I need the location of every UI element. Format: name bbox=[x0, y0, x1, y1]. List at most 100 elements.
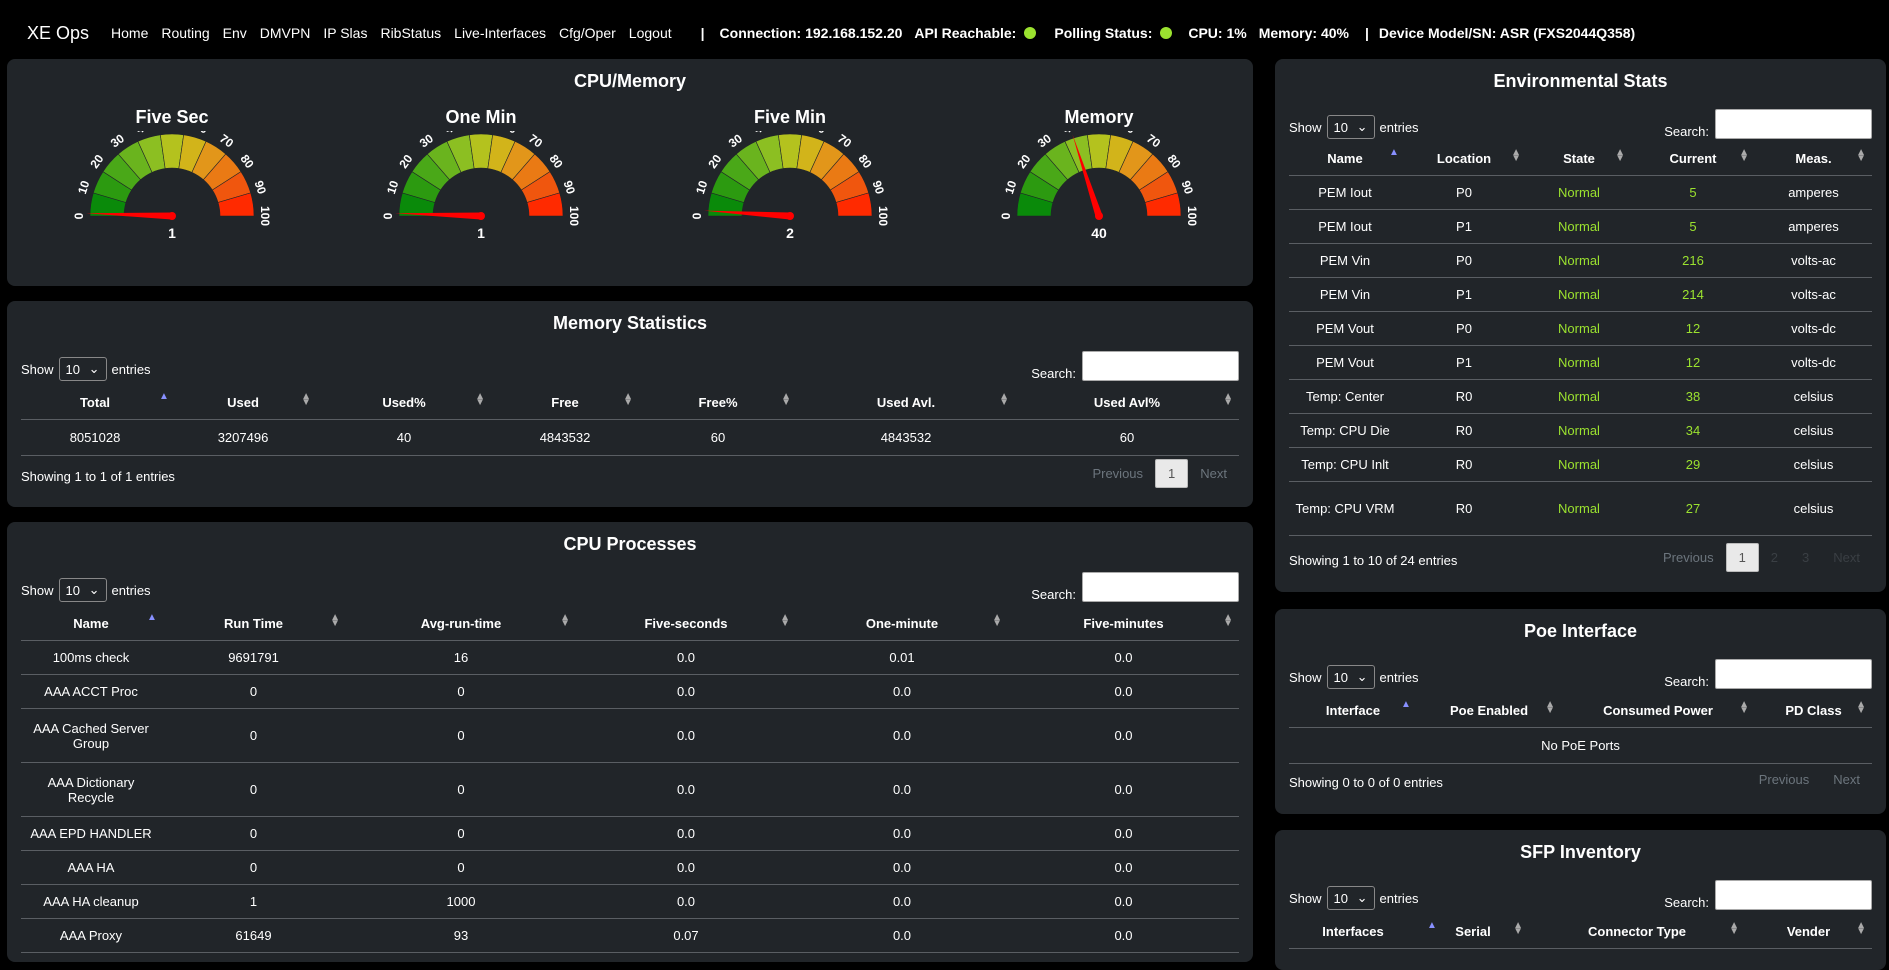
sort-icon: ▲ ▼ bbox=[780, 612, 790, 629]
column-header[interactable]: Connector Type ▲ ▼ bbox=[1529, 914, 1745, 949]
column-header[interactable]: Current ▲ ▼ bbox=[1631, 141, 1755, 176]
column-header[interactable]: Name ▲ bbox=[21, 606, 161, 641]
gauge-five-sec: Five Sec 01020304050607080901001 bbox=[57, 107, 287, 267]
poe-interface-title: Poe Interface bbox=[1523, 621, 1638, 641]
sort-icon: ▲ ▼ bbox=[1739, 699, 1749, 716]
column-header[interactable]: Vender ▲ ▼ bbox=[1745, 914, 1872, 949]
gauge-tick-label: 20 bbox=[396, 152, 415, 171]
table-cell: 0 bbox=[161, 850, 346, 885]
table-cell: 0.0 bbox=[796, 708, 1008, 763]
table-controls: Show 10 ⌄ entries Search: bbox=[1289, 109, 1872, 139]
entries-select[interactable]: 10 ⌄ bbox=[1326, 115, 1375, 139]
column-header[interactable]: Five-seconds ▲ ▼ bbox=[576, 606, 796, 641]
pagination: Previous 1 2 3 Next bbox=[1651, 543, 1872, 572]
gauge-tick-label: 0 bbox=[72, 212, 86, 219]
entries-select[interactable]: 10 ⌄ bbox=[1326, 886, 1375, 910]
search-input[interactable] bbox=[1715, 880, 1872, 910]
table-cell: 0.0 bbox=[796, 918, 1008, 953]
column-header[interactable]: Run Time ▲ ▼ bbox=[161, 606, 346, 641]
column-header[interactable]: Name ▲ bbox=[1289, 141, 1401, 176]
gauge-tick-label: 80 bbox=[547, 152, 566, 171]
column-header[interactable]: Poe Enabled ▲ ▼ bbox=[1417, 693, 1561, 728]
table-cell: 93 bbox=[346, 918, 576, 953]
previous-button[interactable]: Previous bbox=[1080, 460, 1155, 487]
previous-button[interactable]: Previous bbox=[1747, 766, 1822, 793]
column-header-label: Free bbox=[551, 394, 579, 410]
search-label: Search: bbox=[1031, 366, 1076, 381]
nav-live-interfaces[interactable]: Live-Interfaces bbox=[454, 25, 546, 41]
page-1-button[interactable]: 1 bbox=[1155, 459, 1189, 488]
nav-logout[interactable]: Logout bbox=[629, 25, 672, 41]
table-row: AAA EPD HANDLER 0 0 0.0 0.0 0.0 bbox=[21, 816, 1239, 851]
entries-select[interactable]: 10 ⌄ bbox=[58, 357, 107, 381]
sort-asc-icon: ▲ bbox=[147, 612, 157, 623]
table-cell: R0 bbox=[1401, 447, 1527, 482]
next-button[interactable]: Next bbox=[1821, 766, 1872, 793]
column-header[interactable]: One-minute ▲ ▼ bbox=[796, 606, 1008, 641]
table-info: Showing 0 to 0 of 0 entries bbox=[1289, 775, 1443, 790]
column-header[interactable]: Used Avl% ▲ ▼ bbox=[1015, 385, 1239, 420]
column-header[interactable]: Interface ▲ bbox=[1289, 693, 1417, 728]
search-input[interactable] bbox=[1082, 572, 1239, 602]
table-cell: Normal bbox=[1527, 209, 1631, 244]
table-info: Showing 1 to 10 of 24 entries bbox=[1289, 553, 1458, 568]
gauge-five-sec-dial: 01020304050607080901001 bbox=[72, 131, 272, 241]
entries-select[interactable]: 10 ⌄ bbox=[1326, 665, 1375, 689]
column-header[interactable]: PD Class ▲ ▼ bbox=[1755, 693, 1872, 728]
nav-cfg-oper[interactable]: Cfg/Oper bbox=[559, 25, 616, 41]
table-search: Search: bbox=[1664, 880, 1872, 910]
table-row: PEM Iout P0 Normal 5 amperes bbox=[1289, 175, 1872, 210]
column-header[interactable]: Meas. ▲ ▼ bbox=[1755, 141, 1872, 176]
previous-button[interactable]: Previous bbox=[1651, 544, 1726, 571]
next-button[interactable]: Next bbox=[1821, 544, 1872, 571]
search-input[interactable] bbox=[1082, 351, 1239, 381]
column-header[interactable]: Total ▲ bbox=[21, 385, 169, 420]
column-header[interactable]: Consumed Power ▲ ▼ bbox=[1561, 693, 1755, 728]
entries-length: Show 10 ⌄ entries bbox=[1289, 886, 1419, 910]
column-header[interactable]: Free% ▲ ▼ bbox=[639, 385, 797, 420]
column-header[interactable]: Interfaces ▲ bbox=[1289, 914, 1437, 949]
environmental-stats-panel: Environmental Stats Show 10 ⌄ entries Sea… bbox=[1275, 59, 1886, 592]
column-header[interactable]: Used ▲ ▼ bbox=[169, 385, 317, 420]
column-header[interactable]: State ▲ ▼ bbox=[1527, 141, 1631, 176]
brand-logo[interactable]: XE Ops bbox=[27, 23, 89, 44]
search-input[interactable] bbox=[1715, 659, 1872, 689]
table-cell: 8051028 bbox=[21, 419, 169, 456]
nav-env[interactable]: Env bbox=[223, 25, 247, 41]
table-cell: Normal bbox=[1527, 345, 1631, 380]
next-button[interactable]: Next bbox=[1188, 460, 1239, 487]
nav-dmvpn[interactable]: DMVPN bbox=[260, 25, 311, 41]
memory-statistics-title: Memory Statistics bbox=[552, 313, 708, 333]
entries-select-value: 10 bbox=[1333, 119, 1348, 135]
table-cell: amperes bbox=[1755, 209, 1872, 244]
table-cell: 100ms check bbox=[21, 640, 161, 675]
gauge-tick-label: 60 bbox=[1119, 131, 1136, 137]
column-header[interactable]: Five-minutes ▲ ▼ bbox=[1008, 606, 1239, 641]
nav-separator-2: | bbox=[1364, 25, 1369, 41]
column-header[interactable]: Used Avl. ▲ ▼ bbox=[797, 385, 1015, 420]
nav-ribstatus[interactable]: RibStatus bbox=[380, 25, 441, 41]
nav-home[interactable]: Home bbox=[111, 25, 148, 41]
page-3-button[interactable]: 3 bbox=[1790, 544, 1821, 571]
column-header[interactable]: Free ▲ ▼ bbox=[491, 385, 639, 420]
page-1-button[interactable]: 1 bbox=[1725, 543, 1759, 572]
entries-label: entries bbox=[111, 582, 151, 598]
pagination: Previous Next bbox=[1747, 766, 1872, 793]
column-header[interactable]: Avg-run-time ▲ ▼ bbox=[346, 606, 576, 641]
sort-icon: ▲ ▼ bbox=[1223, 391, 1233, 408]
table-controls: Show 10 ⌄ entries Search: bbox=[21, 351, 1239, 381]
column-header[interactable]: Serial ▲ ▼ bbox=[1417, 914, 1529, 949]
chevron-down-icon: ⌄ bbox=[1356, 890, 1368, 905]
nav-ip-slas[interactable]: IP Slas bbox=[323, 25, 367, 41]
column-header[interactable]: Location ▲ ▼ bbox=[1401, 141, 1527, 176]
gauge-tick-label: 80 bbox=[238, 152, 257, 171]
nav-routing[interactable]: Routing bbox=[161, 25, 209, 41]
column-header[interactable]: Used% ▲ ▼ bbox=[317, 385, 491, 420]
sort-asc-icon: ▲ bbox=[1401, 699, 1411, 710]
search-input[interactable] bbox=[1715, 109, 1872, 139]
page-2-button[interactable]: 2 bbox=[1759, 544, 1790, 571]
table-cell: Temp: Center bbox=[1289, 379, 1401, 414]
entries-select[interactable]: 10 ⌄ bbox=[58, 578, 107, 602]
gauge-tick-label: 10 bbox=[693, 178, 711, 195]
table-row: AAA HA 0 0 0.0 0.0 0.0 bbox=[21, 850, 1239, 885]
